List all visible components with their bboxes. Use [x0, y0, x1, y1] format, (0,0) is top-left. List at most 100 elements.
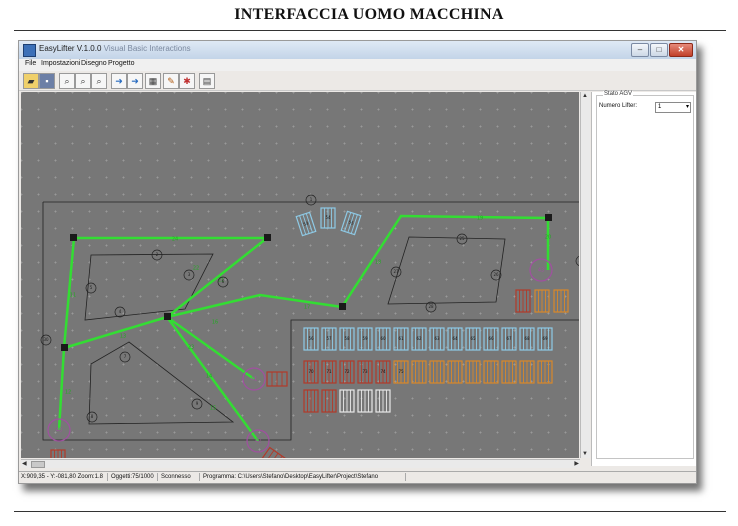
settings-window-icon[interactable]: ▤ [199, 73, 215, 89]
pallet-label: 54 [325, 215, 331, 220]
area-marker[interactable]: 28 [425, 301, 437, 313]
menu-disegno[interactable]: Disegno [81, 60, 107, 67]
pallet[interactable]: 69 [537, 327, 553, 351]
app-window: EasyLifter V.1.0.0 Visual Basic Interact… [18, 40, 697, 484]
pallet[interactable] [483, 360, 499, 384]
pallet[interactable] [266, 371, 288, 387]
close-button[interactable]: ✕ [669, 43, 693, 57]
route-node[interactable] [164, 313, 171, 320]
agv-label: 42 [255, 439, 261, 445]
pallet[interactable]: 59 [357, 327, 373, 351]
pallet[interactable] [411, 360, 427, 384]
agv-vehicle[interactable]: 42 [246, 429, 270, 453]
pallet[interactable]: 62 [411, 327, 427, 351]
route-icon[interactable]: ➜ [127, 73, 143, 89]
pallet[interactable] [375, 389, 391, 413]
area-marker[interactable]: 30 [40, 334, 52, 346]
pallet[interactable]: 65 [465, 327, 481, 351]
pallet[interactable] [303, 389, 319, 413]
pallet[interactable]: 55 [340, 210, 362, 236]
pallet[interactable] [534, 289, 550, 313]
move-icon[interactable]: ➜ [111, 73, 127, 89]
area-marker[interactable]: 7 [119, 351, 131, 363]
area-marker[interactable]: 9 [191, 398, 203, 410]
scroll-down-icon[interactable]: ▼ [582, 451, 588, 457]
title-bar[interactable]: EasyLifter V.1.0.0 Visual Basic Interact… [19, 41, 696, 59]
vertical-scrollbar[interactable]: ▲ ▼ [580, 92, 590, 458]
pallet[interactable] [515, 289, 531, 313]
pallet[interactable] [357, 389, 373, 413]
save-disk-icon[interactable]: ▪ [39, 73, 55, 89]
pallet[interactable] [429, 360, 445, 384]
pallet[interactable]: 70 [303, 360, 319, 384]
agv-vehicle[interactable]: 41 [242, 367, 266, 391]
pallet[interactable]: 72 [339, 360, 355, 384]
pallet[interactable]: 58 [339, 327, 355, 351]
pallet[interactable]: 54 [320, 207, 336, 229]
menu-file[interactable]: File [25, 60, 36, 67]
area-marker[interactable]: 25 [456, 233, 468, 245]
pallet[interactable] [321, 389, 337, 413]
open-folder-icon[interactable]: ▰ [23, 73, 39, 89]
pallet[interactable]: 56 [303, 327, 319, 351]
scroll-left-icon[interactable]: ◀ [22, 460, 27, 467]
route-node[interactable] [339, 303, 346, 310]
map-drawing[interactable]: 2411121314151617181920212223 12345678910… [21, 92, 579, 458]
menu-bar: File Impostazioni Disegno Progetto [19, 59, 696, 71]
pallet[interactable] [50, 449, 66, 458]
agv-palette-icon[interactable]: ✱ [179, 73, 195, 89]
horizontal-scrollbar[interactable]: ◀ ▶ [21, 459, 580, 468]
draw-pencil-icon[interactable]: ✎ [163, 73, 179, 89]
area-polygon-2 [88, 341, 235, 425]
pallet[interactable]: 74 [375, 360, 391, 384]
pallet[interactable]: 68 [519, 327, 535, 351]
zoom-out-icon[interactable]: ⌕ [75, 73, 91, 89]
area-marker[interactable]: 4 [114, 306, 126, 318]
area-marker[interactable]: 3 [183, 269, 195, 281]
area-marker[interactable]: 27 [390, 266, 402, 278]
pallet[interactable] [339, 389, 355, 413]
area-marker[interactable]: 5 [85, 282, 97, 294]
route-labels: 2411121314151617181920212223 [65, 216, 551, 412]
lifter-count-select[interactable]: 1 ▾ [655, 102, 691, 113]
pallet[interactable] [519, 360, 535, 384]
area-marker[interactable]: 1 [305, 194, 317, 206]
pallet[interactable]: 53 [295, 211, 317, 237]
pallet[interactable]: 75 [393, 360, 409, 384]
scroll-right-icon[interactable]: ▶ [574, 460, 579, 467]
pallet[interactable] [553, 289, 569, 313]
area-marker-label: 9 [196, 401, 199, 406]
pallet[interactable]: 60 [375, 327, 391, 351]
pallet[interactable] [537, 360, 553, 384]
pallet[interactable] [465, 360, 481, 384]
map-canvas[interactable]: 2411121314151617181920212223 12345678910… [21, 92, 579, 458]
area-marker[interactable]: 2 [151, 249, 163, 261]
scroll-thumb[interactable] [31, 461, 45, 468]
pallet[interactable]: 61 [393, 327, 409, 351]
zoom-fit-icon[interactable]: ⌕ [91, 73, 107, 89]
route-node[interactable] [264, 234, 271, 241]
grid-table-icon[interactable]: ▦ [145, 73, 161, 89]
route-node[interactable] [70, 234, 77, 241]
pallet-label: 68 [524, 336, 530, 341]
chevron-down-icon[interactable]: ▾ [686, 103, 689, 112]
pallet[interactable]: 64 [447, 327, 463, 351]
pallet[interactable]: 57 [321, 327, 337, 351]
pallet[interactable]: 73 [357, 360, 373, 384]
pallet[interactable] [501, 360, 517, 384]
scroll-up-icon[interactable]: ▲ [582, 93, 588, 99]
route-node[interactable] [61, 344, 68, 351]
menu-progetto[interactable]: Progetto [108, 60, 134, 67]
pallet[interactable]: 66 [483, 327, 499, 351]
menu-impostazioni[interactable]: Impostazioni [41, 60, 80, 67]
minimize-button[interactable]: – [631, 43, 649, 57]
pallet[interactable]: 71 [321, 360, 337, 384]
route-node[interactable] [545, 214, 552, 221]
pallet[interactable]: 63 [429, 327, 445, 351]
maximize-button[interactable]: □ [650, 43, 668, 57]
pallet[interactable] [447, 360, 463, 384]
area-marker[interactable]: 29 [575, 256, 579, 266]
area-marker[interactable]: 8 [86, 411, 98, 423]
zoom-in-icon[interactable]: ⌕ [59, 73, 75, 89]
pallet[interactable]: 67 [501, 327, 517, 351]
